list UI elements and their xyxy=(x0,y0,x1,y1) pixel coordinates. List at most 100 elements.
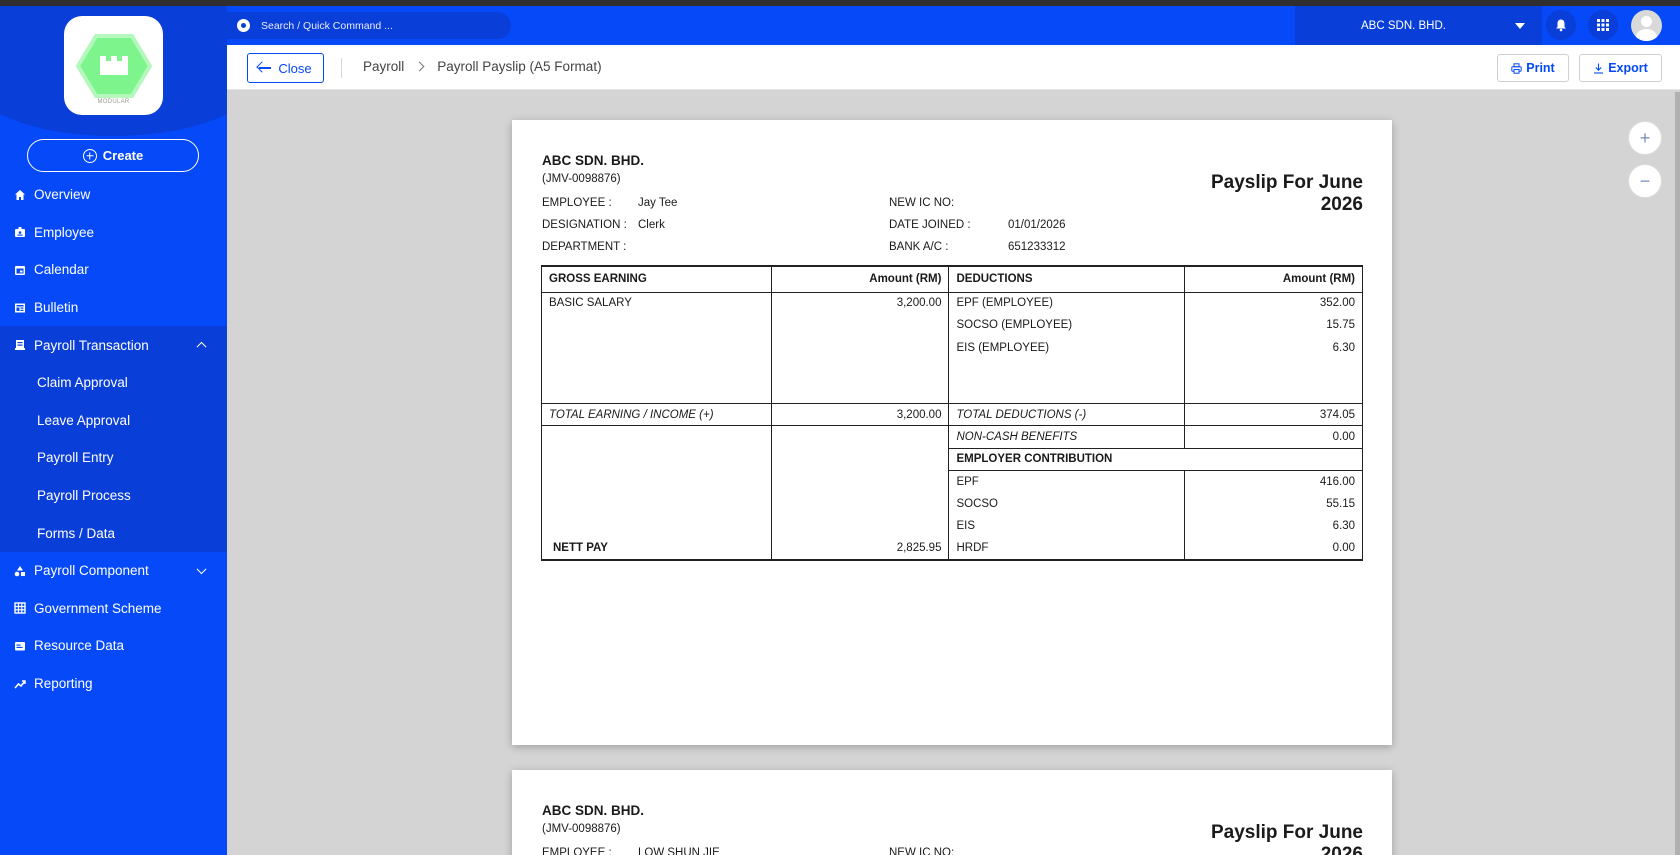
apps-button[interactable] xyxy=(1588,10,1618,40)
employer-item-amount: 0.00 xyxy=(1184,537,1363,561)
employer-item-name: HRDF xyxy=(948,537,1186,561)
total-earning-label: TOTAL EARNING / INCOME (+) xyxy=(541,402,772,427)
search-input[interactable]: Search / Quick Command ... xyxy=(227,12,511,39)
deduction-amount: 15.75 xyxy=(1184,314,1363,337)
department-label: DEPARTMENT : xyxy=(542,241,627,253)
sidebar-subitem-label: Claim Approval xyxy=(37,375,128,391)
header-gross-earning: GROSS EARNING xyxy=(541,265,772,293)
logo-caption: MODULAR xyxy=(97,99,130,105)
payslip-table: GROSS EARNING Amount (RM) DEDUCTIONS Amo… xyxy=(541,265,1363,561)
sidebar-item-payroll-component[interactable]: Payroll Component xyxy=(0,552,227,590)
sidebar-item-payroll-transaction[interactable]: Payroll Transaction xyxy=(0,326,227,364)
header-amount: Amount (RM) xyxy=(770,265,950,293)
app-logo[interactable]: MODULAR xyxy=(64,16,163,115)
export-button[interactable]: Export xyxy=(1579,54,1662,82)
chevron-up-icon xyxy=(196,341,207,352)
sidebar-subitem-payroll-process[interactable]: Payroll Process xyxy=(0,477,227,515)
sidebar-subitem-forms-data[interactable]: Forms / Data xyxy=(0,514,227,552)
table-row xyxy=(541,381,1363,404)
table-row xyxy=(541,358,1363,382)
payslip-page: ABC SDN. BHD. (JMV-0098876) Payslip For … xyxy=(512,770,1392,855)
employer-contribution-label: EMPLOYER CONTRIBUTION xyxy=(948,448,1363,471)
vertical-scrollbar[interactable] xyxy=(1675,92,1680,855)
total-deductions-label: TOTAL DEDUCTIONS (-) xyxy=(948,402,1186,426)
sidebar-item-reporting[interactable]: Reporting xyxy=(0,665,227,703)
sidebar-item-overview[interactable]: Overview xyxy=(0,176,227,214)
employer-item-name: SOCSO xyxy=(948,492,1186,515)
employer-item-amount: 416.00 xyxy=(1184,470,1363,493)
sidebar-item-label: Calendar xyxy=(34,262,89,278)
badge-icon xyxy=(13,226,26,239)
chevron-down-icon xyxy=(196,564,207,574)
sidebar-subitem-leave-approval[interactable]: Leave Approval xyxy=(0,402,227,440)
employer-item-name: EIS xyxy=(948,514,1186,538)
zoom-in-button[interactable]: + xyxy=(1628,121,1662,155)
employer-item-name: EPF xyxy=(948,470,1186,493)
total-earning-value: 3,200.00 xyxy=(770,402,950,427)
nett-pay-row: NETT PAY 2,825.95 HRDF 0.00 xyxy=(541,537,1363,561)
ic-label: NEW IC NO: xyxy=(889,197,955,209)
sidebar-subitem-label: Payroll Process xyxy=(37,488,131,504)
trend-line-icon xyxy=(13,677,26,690)
create-button[interactable]: Create xyxy=(27,139,199,172)
nett-pay-label: NETT PAY xyxy=(541,537,772,561)
table-row: SOCSO (EMPLOYEE) 15.75 xyxy=(541,314,1363,337)
designation-label: DESIGNATION : xyxy=(542,219,627,231)
sidebar: MODULAR Create Overview Employee Calenda… xyxy=(0,6,227,855)
payslip-title: Payslip For June 2026 xyxy=(1193,822,1363,855)
employee-label: EMPLOYEE : xyxy=(542,847,612,855)
payslip-title: Payslip For June 2026 xyxy=(1193,172,1363,216)
date-joined-value: 01/01/2026 xyxy=(1008,219,1066,231)
sidebar-item-resource-data[interactable]: Resource Data xyxy=(0,627,227,665)
employer-item-amount: 6.30 xyxy=(1184,514,1363,538)
company-reg-no: (JMV-0098876) xyxy=(542,173,621,185)
totals-row: TOTAL EARNING / INCOME (+) 3,200.00 TOTA… xyxy=(541,402,1363,427)
avatar-head xyxy=(1641,16,1652,27)
sidebar-item-label: Overview xyxy=(34,187,91,203)
sidebar-item-label: Government Scheme xyxy=(34,600,162,616)
sidebar-item-label: Payroll Component xyxy=(34,563,149,579)
sidebar-subitem-claim-approval[interactable]: Claim Approval xyxy=(0,364,227,402)
sidebar-item-calendar[interactable]: Calendar xyxy=(0,251,227,289)
deduction-name: EIS (EMPLOYEE) xyxy=(948,336,1186,359)
sidebar-subitem-payroll-entry[interactable]: Payroll Entry xyxy=(0,439,227,477)
home-icon xyxy=(13,188,26,201)
bank-value: 651233312 xyxy=(1008,241,1066,253)
sidebar-item-label: Payroll Transaction xyxy=(34,337,149,353)
close-button[interactable]: Close xyxy=(247,53,324,83)
sidebar-item-bulletin[interactable]: Bulletin xyxy=(0,289,227,327)
print-button[interactable]: Print xyxy=(1497,54,1569,82)
company-name: ABC SDN. BHD. xyxy=(542,803,645,818)
zoom-out-button[interactable]: − xyxy=(1628,164,1662,198)
payslip-title-line1: Payslip For June xyxy=(1210,172,1363,193)
chevron-right-icon xyxy=(414,61,425,72)
sidebar-item-employee[interactable]: Employee xyxy=(0,214,227,252)
breadcrumb: Payroll Payroll Payslip (A5 Format) xyxy=(363,59,602,74)
folder-card-icon xyxy=(13,639,26,652)
header-amount: Amount (RM) xyxy=(1184,265,1363,293)
sidebar-item-government-scheme[interactable]: Government Scheme xyxy=(0,590,227,628)
company-selector[interactable]: ABC SDN. BHD. xyxy=(1295,6,1542,45)
header-divider xyxy=(341,58,342,78)
avatar-body xyxy=(1636,29,1657,41)
receipt-icon xyxy=(13,339,26,352)
deduction-amount: 6.30 xyxy=(1184,336,1363,359)
user-avatar[interactable] xyxy=(1631,10,1662,41)
nett-pay-value: 2,825.95 xyxy=(770,537,950,561)
breadcrumb-payroll[interactable]: Payroll xyxy=(363,59,404,74)
sidebar-item-label: Resource Data xyxy=(34,638,125,654)
sidebar-item-label: Reporting xyxy=(34,676,93,692)
designation-value: Clerk xyxy=(638,219,665,231)
arrow-left-icon xyxy=(259,67,272,69)
notifications-button[interactable] xyxy=(1546,10,1576,40)
non-cash-label: NON-CASH BENEFITS xyxy=(948,425,1186,449)
employee-value: Jay Tee xyxy=(638,197,678,209)
page-header: Close Payroll Payroll Payslip (A5 Format… xyxy=(227,45,1680,90)
bulletin-board-icon xyxy=(13,301,26,314)
employee-value: LOW SHUN JIE xyxy=(638,847,720,855)
sidebar-subitem-label: Forms / Data xyxy=(37,525,116,541)
company-name: ABC SDN. BHD. xyxy=(1361,19,1446,32)
bank-label: BANK A/C : xyxy=(889,241,949,253)
scrollbar-thumb[interactable] xyxy=(1675,92,1680,855)
table-row: SOCSO 55.15 xyxy=(541,492,1363,515)
